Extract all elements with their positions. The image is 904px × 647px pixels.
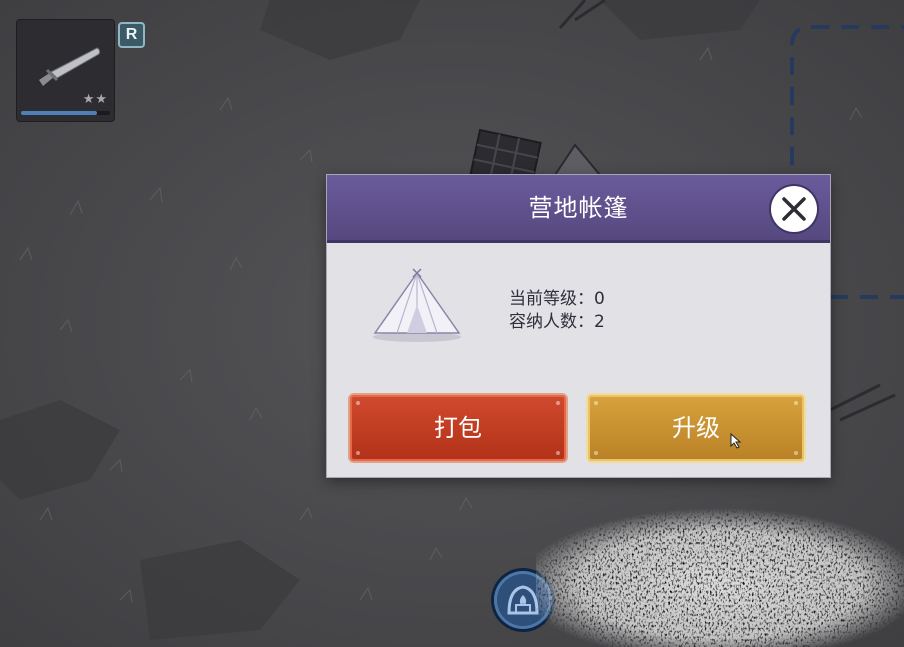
tent-icon [373,268,461,342]
weapon-stars: ★★ [82,92,108,107]
rivet-icon [794,401,798,405]
close-icon [782,197,806,221]
rivet-icon [594,451,598,455]
current-level-text: 当前等级：0 [509,289,605,309]
rivet-icon [356,451,360,455]
rivet-icon [556,451,560,455]
rivet-icon [794,451,798,455]
upgrade-button-label: 升级 [672,414,720,442]
camp-tent-dialog: 营地帐篷 当前等级：0 容纳人数：2 打包 升级 [327,175,830,477]
knife-icon [39,47,101,86]
capacity-text: 容纳人数：2 [509,312,605,332]
mouse-cursor-icon [730,433,742,449]
weapon-durability-fill [21,111,97,115]
rivet-icon [594,401,598,405]
pack-button[interactable]: 打包 [350,395,566,461]
rivet-icon [356,401,360,405]
rivet-icon [556,401,560,405]
close-button[interactable] [771,186,817,232]
rarity-badge: R [118,22,145,48]
pack-button-label: 打包 [434,414,482,442]
dialog-title: 营地帐篷 [528,194,629,222]
weapon-slot[interactable]: ★★ [17,20,114,121]
tent-info: 当前等级：0 容纳人数：2 [509,288,605,334]
campfire-icon [507,585,539,615]
fog-of-war-noise [536,508,904,647]
weapon-durability-bar [21,111,110,115]
upgrade-button[interactable]: 升级 [588,395,804,461]
